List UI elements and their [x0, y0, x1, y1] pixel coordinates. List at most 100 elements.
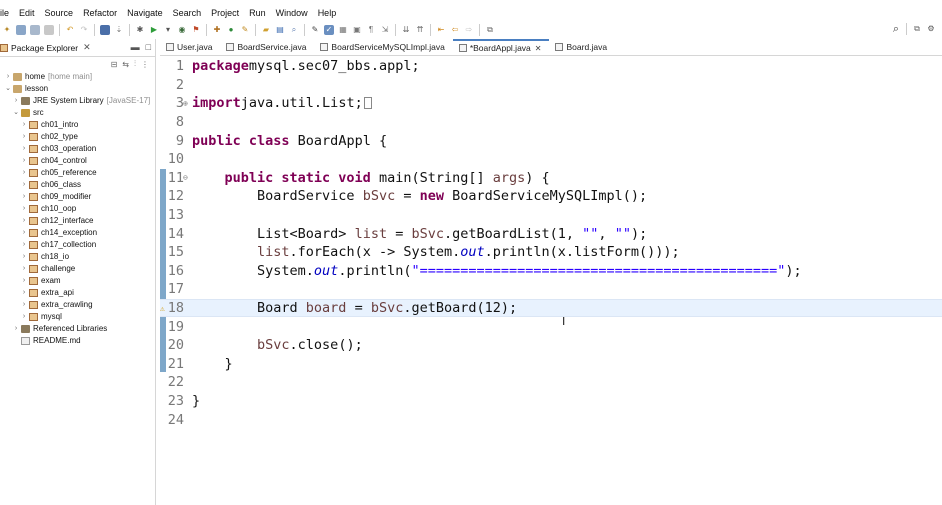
folded-imports-box[interactable] [363, 97, 372, 110]
word-wrap-icon[interactable]: ⇲ [380, 25, 390, 35]
toggle-block-selection-icon[interactable]: ▦ [338, 25, 348, 35]
external-tools-icon[interactable]: ⚑ [191, 25, 201, 35]
chevron-right-icon[interactable]: › [20, 119, 28, 131]
code-line[interactable]: 15 list .forEach(x -> System. out .println(… [160, 243, 942, 262]
java-perspective-icon[interactable]: ⚙ [926, 24, 936, 34]
editor-tab[interactable]: Board.java [549, 39, 615, 55]
chevron-down-icon[interactable]: ⌄ [12, 107, 20, 119]
code-line[interactable]: 20 bSvc .close(); [160, 336, 942, 355]
code-line[interactable]: 3 ⊕ import java.util.List; [160, 94, 942, 113]
menu-item-run[interactable]: Run [244, 8, 271, 18]
tree-item[interactable]: › ch18_io [0, 251, 155, 263]
editor-tab[interactable]: BoardServiceMySQLImpl.java [314, 39, 452, 55]
chevron-right-icon[interactable]: › [20, 239, 28, 251]
tree-item[interactable]: › Referenced Libraries [0, 323, 155, 335]
tree-item[interactable]: › mysql [0, 311, 155, 323]
tree-item[interactable]: › challenge [0, 263, 155, 275]
view-menu-icon[interactable]: ⋮ [141, 60, 149, 69]
chevron-right-icon[interactable]: › [20, 287, 28, 299]
menu-item-source[interactable]: Source [40, 8, 79, 18]
editor-tab[interactable]: *BoardAppl.java ✕ [452, 39, 550, 55]
forward-icon[interactable]: ⇨ [464, 25, 474, 35]
tree-item[interactable]: › extra_crawling [0, 299, 155, 311]
toggle-mark-occurrences-icon[interactable]: ✎ [310, 25, 320, 35]
code-line[interactable]: 11 ⊖ public static void main(String[] arg… [160, 169, 942, 188]
undo-icon[interactable]: ↶ [65, 25, 75, 35]
collapse-all-icon[interactable]: ⊟ [111, 60, 118, 69]
menu-item-search[interactable]: Search [168, 8, 207, 18]
tree-item[interactable]: › ch14_exception [0, 227, 155, 239]
tree-item[interactable]: › extra_api [0, 287, 155, 299]
chevron-right-icon[interactable]: › [20, 227, 28, 239]
code-line[interactable]: 17 [160, 280, 942, 299]
code-line[interactable]: 1 package mysql.sec07_bbs.appl; [160, 57, 942, 76]
collapse-fold-icon[interactable]: ⊖ [183, 173, 188, 182]
tree-item[interactable]: › ch06_class [0, 179, 155, 191]
chevron-right-icon[interactable]: › [20, 191, 28, 203]
tree-item[interactable]: › exam [0, 275, 155, 287]
tree-item[interactable]: ⌄ src [0, 107, 155, 119]
new-icon[interactable]: ✦ [2, 25, 12, 35]
chevron-right-icon[interactable]: › [20, 143, 28, 155]
chevron-right-icon[interactable]: › [12, 95, 20, 107]
menu-item-edit[interactable]: Edit [14, 8, 40, 18]
chevron-right-icon[interactable]: › [20, 263, 28, 275]
code-line[interactable]: 13 [160, 206, 942, 225]
chevron-right-icon[interactable]: › [20, 311, 28, 323]
chevron-down-icon[interactable]: ⌄ [4, 83, 12, 95]
tree-item[interactable]: › ch17_collection [0, 239, 155, 251]
tree-item[interactable]: › ch09_modifier [0, 191, 155, 203]
code-line[interactable]: 18 ⚠ Board board = bSvc .getBoard(12); [160, 298, 942, 318]
chevron-right-icon[interactable]: › [20, 167, 28, 179]
editor-tab[interactable]: BoardService.java [220, 39, 314, 55]
toggle-breadcrumb-icon[interactable]: ▣ [352, 25, 362, 35]
tree-item[interactable]: › home [home main] [0, 71, 155, 83]
chevron-right-icon[interactable]: › [20, 203, 28, 215]
perspective-icon[interactable]: ⧉ [912, 24, 922, 34]
code-line[interactable]: 12 BoardService bSvc = new BoardServiceM… [160, 187, 942, 206]
close-icon[interactable]: ✕ [83, 42, 91, 53]
tree-item[interactable]: › ch03_operation [0, 143, 155, 155]
menu-item-project[interactable]: Project [206, 8, 244, 18]
code-line[interactable]: 21 } [160, 355, 942, 374]
search-icon[interactable]: ⌕ [891, 24, 901, 35]
open-task-icon[interactable]: ▤ [275, 25, 285, 35]
maximize-icon[interactable]: □ [146, 42, 151, 52]
chevron-right-icon[interactable]: › [20, 179, 28, 191]
save-icon[interactable] [16, 25, 26, 35]
tree-item[interactable]: › ch10_oop [0, 203, 155, 215]
package-explorer-tab[interactable]: Package Explorer ✕ ▬ □ [0, 39, 155, 57]
menu-item-navigate[interactable]: Navigate [122, 8, 168, 18]
editor-tab[interactable]: User.java [160, 39, 220, 55]
link-with-editor-icon[interactable]: ⇆ [122, 60, 129, 69]
tree-item[interactable]: › ch01_intro [0, 119, 155, 131]
toggle-highlight-icon[interactable]: ✓ [324, 25, 334, 35]
code-line[interactable]: 2 [160, 76, 942, 95]
chevron-right-icon[interactable]: › [4, 71, 12, 83]
search-toolbar-icon[interactable]: ⌕ [289, 25, 299, 35]
run-icon[interactable]: ▶ [149, 25, 159, 35]
chevron-right-icon[interactable]: › [20, 131, 28, 143]
tree-item[interactable]: ⌄ lesson [0, 83, 155, 95]
redo-icon[interactable]: ↷ [79, 25, 89, 35]
expand-fold-icon[interactable]: ⊕ [183, 99, 188, 108]
tree-item[interactable]: › ch04_control [0, 155, 155, 167]
back-icon[interactable]: ⇦ [450, 25, 460, 35]
show-whitespace-icon[interactable]: ¶ [366, 25, 376, 35]
code-line[interactable]: 24 [160, 410, 942, 429]
tree-item[interactable]: › ch05_reference [0, 167, 155, 179]
chevron-right-icon[interactable]: › [20, 215, 28, 227]
last-edit-location-icon[interactable]: ⇤ [436, 25, 446, 35]
coverage-icon[interactable]: ◉ [177, 25, 187, 35]
tree-item[interactable]: README.md [0, 335, 155, 347]
chevron-right-icon[interactable]: › [20, 251, 28, 263]
code-line[interactable]: 16 System. out .println("=================… [160, 262, 942, 281]
chevron-right-icon[interactable]: › [12, 323, 20, 335]
tree-item[interactable]: › ch02_type [0, 131, 155, 143]
code-line[interactable]: 22 [160, 373, 942, 392]
tree-item[interactable]: › ch12_interface [0, 215, 155, 227]
code-line[interactable]: 10 [160, 150, 942, 169]
new-class-icon[interactable]: ● [226, 25, 236, 35]
warning-icon[interactable]: ⚠ [160, 304, 165, 313]
run-dropdown-icon[interactable]: ▾ [163, 25, 173, 35]
